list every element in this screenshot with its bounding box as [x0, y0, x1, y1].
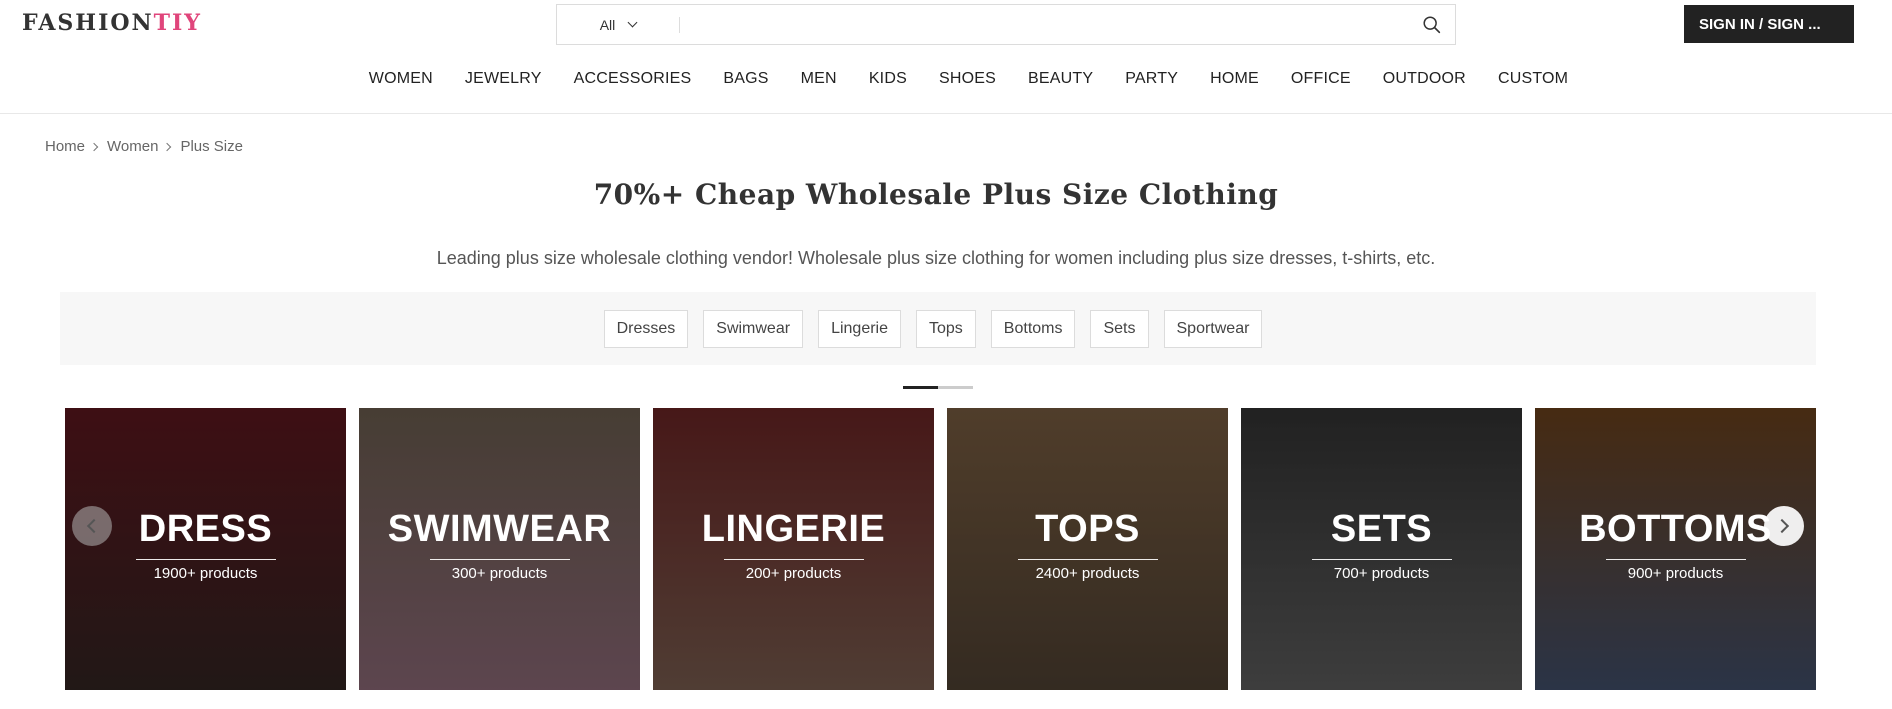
- category-card-bottoms[interactable]: BOTTOMS 900+ products: [1535, 408, 1816, 690]
- breadcrumb-item-plus-size: Plus Size: [180, 138, 243, 155]
- carousel-page-indicator: [903, 386, 973, 389]
- search-icon[interactable]: [1421, 14, 1443, 36]
- nav-item-men[interactable]: MEN: [785, 66, 853, 96]
- category-card-sets[interactable]: SETS 700+ products: [1241, 408, 1522, 690]
- nav-item-accessories[interactable]: ACCESSORIES: [558, 66, 708, 96]
- page-description: Leading plus size wholesale clothing ven…: [436, 248, 1436, 268]
- filter-chip-tops[interactable]: Tops: [916, 309, 976, 348]
- nav-item-kids[interactable]: KIDS: [853, 66, 923, 96]
- logo-main: FASHION: [22, 10, 154, 36]
- category-card-count: 200+ products: [745, 565, 842, 582]
- category-card-divider: [1605, 559, 1746, 560]
- site-header: FASHIONTIY All SIGN IN / SIGN ... WOMEN J…: [0, 0, 1892, 114]
- search-divider: [679, 17, 680, 33]
- breadcrumb-item-women[interactable]: Women: [107, 138, 158, 155]
- chevron-right-icon: [1774, 518, 1790, 534]
- logo-accent: TIY: [153, 10, 203, 36]
- category-card-divider: [429, 559, 570, 560]
- filter-chip-sets[interactable]: Sets: [1090, 309, 1149, 348]
- nav-item-jewelry[interactable]: JEWELRY: [449, 66, 558, 96]
- chevron-down-icon: [627, 17, 638, 28]
- category-card-title: SWIMWEAR: [387, 508, 612, 550]
- nav-item-outdoor[interactable]: OUTDOOR: [1367, 66, 1482, 96]
- nav-item-women[interactable]: WOMEN: [353, 66, 449, 96]
- category-card-title: TOPS: [1035, 508, 1140, 550]
- nav-item-office[interactable]: OFFICE: [1275, 66, 1367, 96]
- site-logo[interactable]: FASHIONTIY: [22, 10, 202, 36]
- search-category-value: All: [599, 16, 616, 33]
- nav-item-beauty[interactable]: BEAUTY: [1012, 66, 1109, 96]
- category-card-lingerie[interactable]: LINGERIE 200+ products: [653, 408, 934, 690]
- category-carousel: DRESS 1900+ products SWIMWEAR 300+ products…: [65, 408, 1816, 690]
- category-card-title: LINGERIE: [701, 508, 886, 550]
- nav-item-shoes[interactable]: SHOES: [923, 66, 1012, 96]
- breadcrumb: Home Women Plus Size: [45, 138, 243, 155]
- category-card-tops[interactable]: TOPS 2400+ products: [947, 408, 1228, 690]
- breadcrumb-item-home[interactable]: Home: [45, 138, 85, 155]
- category-card-swimwear[interactable]: SWIMWEAR 300+ products: [359, 408, 640, 690]
- category-card-count: 1900+ products: [153, 565, 258, 582]
- filter-chip-lingerie[interactable]: Lingerie: [818, 309, 901, 348]
- category-card-title: SETS: [1330, 508, 1433, 550]
- category-card-count: 300+ products: [451, 565, 548, 582]
- search-bar: All: [556, 4, 1456, 45]
- main-nav: WOMEN JEWELRY ACCESSORIES BAGS MEN KIDS SHOES B…: [0, 66, 1892, 96]
- category-card-dress[interactable]: DRESS 1900+ products: [65, 408, 346, 690]
- category-card-divider: [1311, 559, 1452, 560]
- nav-item-party[interactable]: PARTY: [1109, 66, 1194, 96]
- category-card-count: 2400+ products: [1035, 565, 1140, 582]
- carousel-next-button[interactable]: [1764, 506, 1804, 546]
- chevron-right-icon: [163, 142, 172, 151]
- category-card-count: 700+ products: [1333, 565, 1430, 582]
- page-title: 70%+ Cheap Wholesale Plus Size Clothing: [593, 178, 1279, 211]
- carousel-page-indicator-fill: [903, 386, 938, 389]
- category-filter-bar: Dresses Swimwear Lingerie Tops Bottoms Sets Sp…: [60, 292, 1816, 365]
- category-card-divider: [135, 559, 276, 560]
- filter-chip-dresses[interactable]: Dresses: [603, 309, 689, 348]
- filter-chip-bottoms[interactable]: Bottoms: [990, 309, 1076, 348]
- category-card-count: 900+ products: [1627, 565, 1724, 582]
- nav-item-bags[interactable]: BAGS: [707, 66, 784, 96]
- chevron-right-icon: [89, 142, 99, 151]
- category-card-divider: [723, 559, 864, 560]
- carousel-prev-button[interactable]: [72, 506, 112, 546]
- filter-chip-sportwear[interactable]: Sportwear: [1163, 309, 1263, 348]
- search-input[interactable]: [687, 9, 1367, 40]
- category-card-divider: [1017, 559, 1158, 560]
- sign-in-button[interactable]: SIGN IN / SIGN ...: [1684, 5, 1854, 43]
- nav-item-custom[interactable]: CUSTOM: [1482, 66, 1584, 96]
- search-category-select[interactable]: All: [557, 5, 679, 44]
- chevron-left-icon: [86, 518, 102, 534]
- filter-chip-swimwear[interactable]: Swimwear: [703, 309, 804, 348]
- nav-item-home[interactable]: HOME: [1194, 66, 1275, 96]
